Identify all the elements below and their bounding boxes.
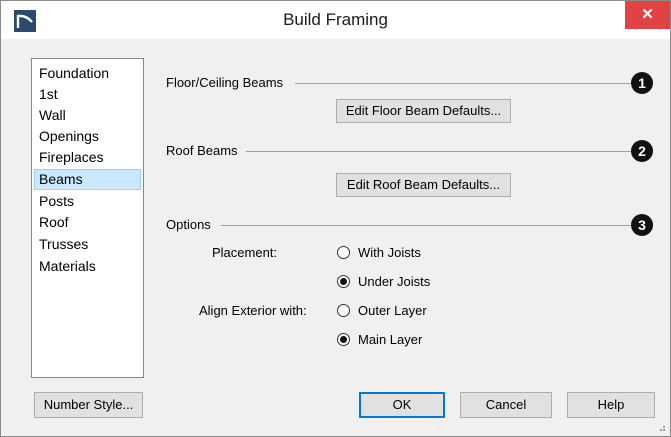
under-joists-label[interactable]: Under Joists [358,274,430,289]
placement-label: Placement: [212,245,278,260]
category-item-materials[interactable]: Materials [34,256,141,277]
options-heading: Options [166,217,211,232]
close-button[interactable]: ✕ [625,1,670,29]
edit-roof-beam-defaults-button[interactable]: Edit Roof Beam Defaults... [336,173,511,197]
outer-layer-radio[interactable] [337,304,350,317]
cancel-button[interactable]: Cancel [460,392,552,418]
category-item-trusses[interactable]: Trusses [34,234,141,255]
main-layer-label[interactable]: Main Layer [358,332,422,347]
edit-floor-beam-defaults-button[interactable]: Edit Floor Beam Defaults... [336,99,511,123]
ok-button[interactable]: OK [359,392,445,418]
category-list[interactable]: Foundation 1st Wall Openings Fireplaces … [31,58,144,378]
dialog-title: Build Framing [283,10,388,29]
main-layer-radio[interactable] [337,333,350,346]
roof-beams-heading: Roof Beams [166,143,238,158]
with-joists-label[interactable]: With Joists [358,245,421,260]
with-joists-radio[interactable] [337,246,350,259]
floor-ceiling-beams-heading: Floor/Ceiling Beams [166,75,284,90]
align-exterior-label: Align Exterior with: [199,303,307,318]
under-joists-radio[interactable] [337,275,350,288]
title-bar[interactable]: Build Framing ✕ [1,1,670,39]
category-item-fireplaces[interactable]: Fireplaces [34,147,141,168]
section-divider [246,151,631,152]
close-icon: ✕ [641,6,654,23]
outer-layer-label[interactable]: Outer Layer [358,303,427,318]
number-style-button[interactable]: Number Style... [34,392,143,418]
category-item-wall[interactable]: Wall [34,105,141,126]
category-item-1st[interactable]: 1st [34,84,141,105]
callout-marker-2: 2 [631,140,653,162]
category-item-roof[interactable]: Roof [34,212,141,233]
category-item-openings[interactable]: Openings [34,126,141,147]
callout-marker-1: 1 [631,72,653,94]
section-divider [295,83,631,84]
resize-grip-icon[interactable] [656,422,666,432]
category-item-beams[interactable]: Beams [34,169,141,190]
build-framing-dialog: Build Framing ✕ Foundation 1st Wall Open… [0,0,671,437]
section-divider [221,225,631,226]
category-item-foundation[interactable]: Foundation [34,63,141,84]
help-button[interactable]: Help [567,392,655,418]
category-item-posts[interactable]: Posts [34,191,141,212]
callout-marker-3: 3 [631,214,653,236]
